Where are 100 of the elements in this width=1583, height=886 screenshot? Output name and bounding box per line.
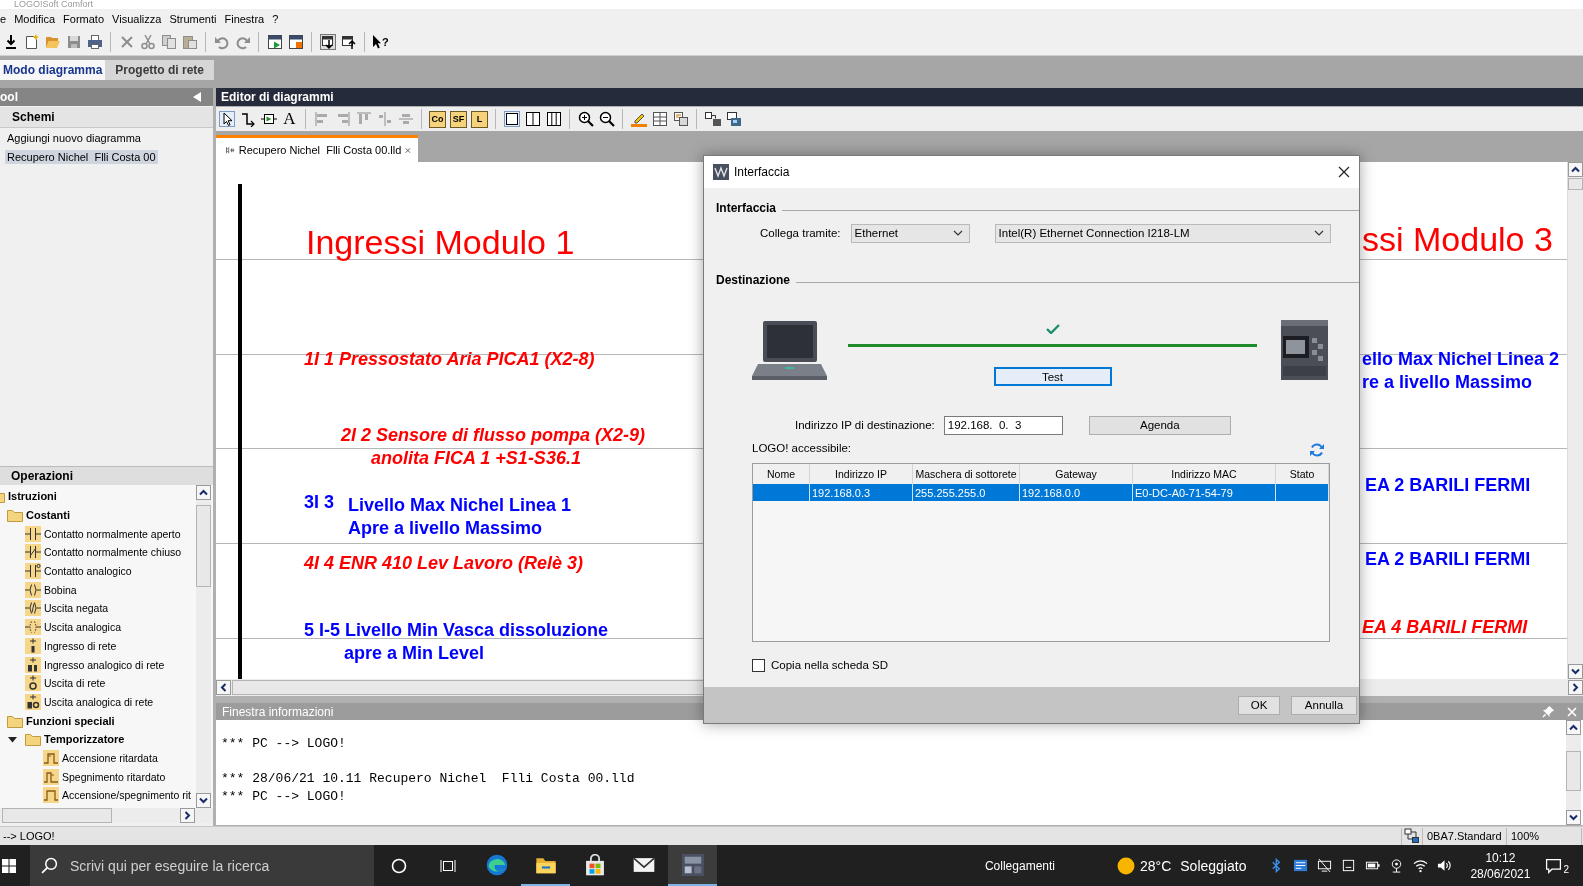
tree-item[interactable]: Uscita analogica — [43, 621, 122, 634]
tree-item[interactable]: Contatto normalmente chiuso — [43, 546, 182, 559]
pencil-icon[interactable] — [630, 111, 647, 127]
scrollbar-thumb[interactable] — [1566, 751, 1581, 791]
scroll-up-icon[interactable] — [1568, 162, 1583, 177]
table-row[interactable]: 192.168.0.3 255.255.255.0 192.168.0.0 E0-DC-A0-71-54-79 — [753, 484, 1329, 501]
document-tab[interactable]: Recupero Nichel Flli Costa 00.lld — [216, 135, 418, 162]
mode-tab[interactable]: Modo diagramma — [0, 60, 106, 80]
scroll-up-icon[interactable] — [1566, 720, 1581, 735]
scroll-right-icon[interactable] — [1568, 680, 1583, 695]
grid-table-icon[interactable] — [651, 111, 668, 127]
scroll-down-icon[interactable] — [196, 793, 211, 808]
tree-item[interactable]: Costanti — [25, 509, 70, 522]
three-column-icon[interactable] — [545, 111, 562, 127]
task-view-icon[interactable] — [439, 857, 456, 874]
clock-date[interactable]: 28/06/2021 — [1470, 865, 1531, 882]
scrollbar-thumb[interactable] — [196, 505, 211, 587]
clock-time[interactable]: 10:12 — [1485, 849, 1516, 866]
zoom-out-icon[interactable] — [598, 111, 615, 127]
toolbar-label[interactable]: Collegamenti — [984, 858, 1055, 873]
circle-icon[interactable] — [390, 857, 407, 874]
diagram-list-item[interactable]: Aggiungi nuovo diagramma — [5, 130, 143, 145]
menu-item[interactable]: Strumenti — [169, 11, 217, 26]
scissors-icon[interactable] — [139, 33, 156, 50]
ip-address-field[interactable]: 192.168. 0. 3 — [943, 415, 1063, 435]
tree-item[interactable]: Temporizzatore — [43, 733, 125, 746]
pointer-icon[interactable] — [218, 111, 235, 127]
zoom-in-icon[interactable] — [577, 111, 594, 127]
block-tool-button[interactable]: L — [471, 110, 488, 128]
mode-tab[interactable]: Progetto di rete — [105, 60, 215, 80]
tree-item[interactable]: Uscita negata — [43, 602, 109, 615]
menu-item[interactable]: Visualizza — [112, 11, 162, 26]
two-column-icon[interactable] — [524, 111, 541, 127]
tree-item[interactable]: Contatto analogico — [43, 565, 132, 578]
vertical-scrollbar[interactable] — [196, 485, 211, 808]
scroll-right-icon[interactable] — [180, 808, 195, 823]
tray-app-icon[interactable] — [1292, 858, 1308, 873]
vertical-scrollbar[interactable] — [1566, 720, 1581, 825]
checkbox-label[interactable]: Copia nella scheda SD — [771, 659, 888, 671]
window-up-arrow-icon[interactable] — [340, 33, 357, 50]
scroll-left-icon[interactable] — [216, 680, 231, 695]
printer-icon[interactable] — [86, 33, 103, 50]
window-stop-icon[interactable] — [287, 33, 304, 50]
collapse-arrow-icon[interactable] — [193, 92, 201, 102]
wifi-icon[interactable] — [1412, 858, 1428, 873]
parameter-table-icon[interactable] — [672, 111, 689, 127]
block-tool-button[interactable]: SF — [450, 110, 467, 128]
single-frame-icon[interactable] — [503, 111, 520, 127]
new-document-icon[interactable] — [23, 33, 40, 50]
tree-item[interactable]: Ingresso analogico di rete — [43, 658, 165, 671]
tree-item[interactable]: Uscita analogica di rete — [43, 695, 154, 708]
window-play-icon[interactable] — [266, 33, 283, 50]
horizontal-scrollbar[interactable] — [0, 808, 213, 823]
weather-condition[interactable]: Soleggiato — [1180, 857, 1247, 874]
simulation-icon[interactable] — [704, 111, 721, 127]
tree-item[interactable]: Istruzioni — [7, 490, 57, 503]
paste-icon[interactable] — [181, 33, 198, 50]
menu-item[interactable]: ? — [272, 11, 279, 26]
tree-item[interactable]: Uscita di rete — [43, 677, 106, 690]
search-field[interactable]: Scrivi qui per eseguire la ricerca — [30, 845, 374, 886]
windows-logo-icon[interactable] — [2, 858, 16, 873]
tablet-icon[interactable] — [1340, 858, 1356, 873]
tree-item[interactable]: Accensione/spegnimento rit — [61, 789, 191, 802]
scrollbar-thumb[interactable] — [2, 808, 112, 823]
tree-item[interactable]: Bobina — [43, 583, 77, 596]
connector-icon[interactable] — [239, 111, 256, 127]
dialog-button[interactable]: Annulla — [1291, 695, 1357, 715]
menu-item[interactable]: Formato — [63, 11, 105, 26]
sun-icon[interactable] — [1117, 856, 1135, 875]
monitor-slash-icon[interactable] — [1316, 858, 1332, 873]
dialog-button[interactable]: OK — [1238, 695, 1280, 715]
menu-item[interactable]: e — [0, 11, 7, 26]
tree-item[interactable]: Contatto normalmente aperto — [43, 527, 181, 540]
adapter-dropdown[interactable]: Intel(R) Ethernet Connection I218-LM — [994, 223, 1331, 243]
connection-dropdown[interactable]: Ethernet — [850, 223, 970, 243]
checkbox[interactable] — [752, 658, 765, 672]
text-tool-button[interactable]: A — [279, 109, 300, 129]
diagram-list-item[interactable]: Recupero Nichel Flli Costa 00 — [5, 149, 158, 164]
close-icon[interactable] — [1338, 166, 1350, 178]
tree-item[interactable]: Funzioni speciali — [25, 714, 115, 727]
refresh-icon[interactable] — [1309, 442, 1325, 458]
copy-icon[interactable] — [160, 33, 177, 50]
help-button[interactable]: ? — [370, 31, 391, 52]
temperature[interactable]: 28°C — [1140, 857, 1172, 874]
vertical-scrollbar[interactable] — [1567, 162, 1583, 679]
function-block-icon[interactable] — [260, 111, 277, 127]
speaker-icon[interactable] — [1436, 858, 1452, 873]
delete-icon[interactable] — [118, 33, 135, 50]
expand-arrow-icon[interactable] — [8, 734, 17, 744]
menu-item[interactable]: Modifica — [14, 11, 56, 26]
scroll-down-icon[interactable] — [1568, 664, 1583, 679]
block-tool-button[interactable]: Co — [429, 110, 446, 128]
pin-icon[interactable] — [1542, 705, 1555, 718]
agenda-button[interactable]: Agenda — [1088, 415, 1231, 435]
tree-item[interactable]: Accensione ritardata — [61, 751, 158, 764]
scroll-up-icon[interactable] — [196, 485, 211, 500]
menu-item[interactable]: Finestra — [224, 11, 265, 26]
online-test-icon[interactable] — [725, 111, 742, 127]
tree-item[interactable]: Spegnimento ritardato — [61, 770, 166, 783]
scrollbar-thumb[interactable] — [1568, 178, 1583, 190]
